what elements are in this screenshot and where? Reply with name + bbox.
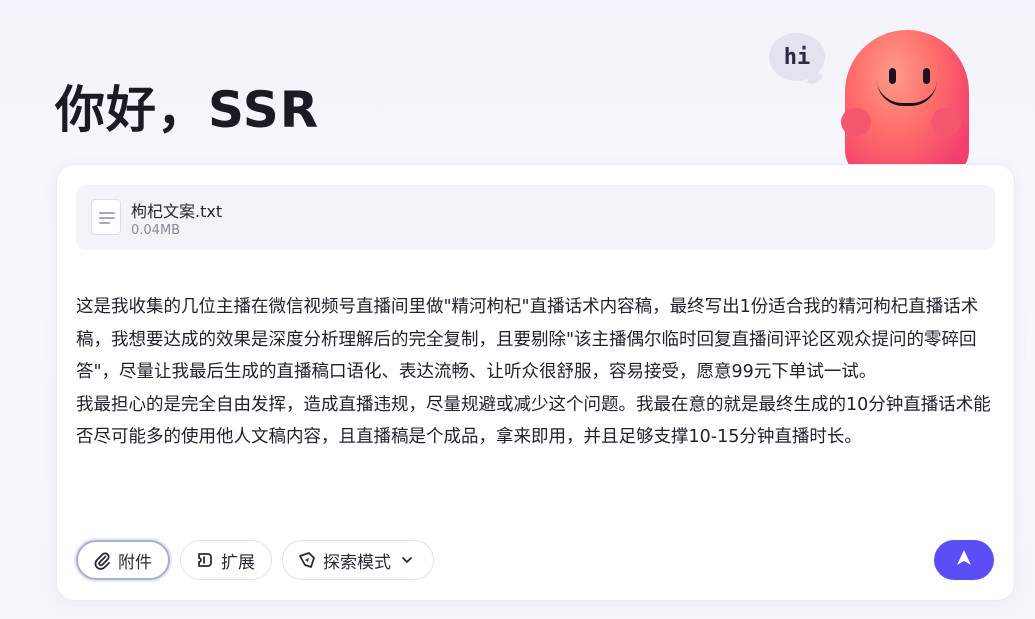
mode-selector[interactable]: 探索模式: [282, 540, 434, 580]
explore-icon: [297, 550, 317, 570]
attach-label: 附件: [118, 552, 152, 573]
mode-label: 探索模式: [323, 552, 391, 573]
extend-button[interactable]: 扩展: [180, 540, 272, 580]
composer-toolbar: 附件 扩展 探索模式: [76, 540, 434, 580]
prompt-input[interactable]: 这是我收集的几位主播在微信视频号直播间里做"精河枸杞"直播话术内容稿，最终写出1…: [76, 291, 1001, 454]
file-size: 0.04MB: [131, 223, 181, 238]
chat-composer: 枸杞文案.txt 0.04MB 这是我收集的几位主播在微信视频号直播间里做"精河…: [56, 164, 1015, 601]
speech-bubble: hi: [769, 33, 825, 81]
send-icon: [954, 548, 974, 572]
file-name: 枸杞文案.txt: [131, 202, 223, 221]
extension-icon: [195, 550, 215, 570]
send-button[interactable]: [934, 540, 994, 580]
attach-button[interactable]: 附件: [76, 540, 170, 580]
chat-home-page: 你好，SSR hi 枸杞文案.txt 0.04MB 这是我收集的几位主播在微信视…: [0, 0, 1035, 619]
mascot-character: [841, 30, 969, 180]
greeting-title: 你好，SSR: [55, 81, 320, 139]
attached-file-card[interactable]: 枸杞文案.txt 0.04MB: [76, 185, 995, 250]
paperclip-icon: [92, 550, 112, 570]
mascot-illustration: hi: [765, 25, 975, 180]
extend-label: 扩展: [221, 552, 255, 573]
chevron-down-icon: [397, 550, 417, 570]
text-file-icon: [91, 199, 121, 235]
